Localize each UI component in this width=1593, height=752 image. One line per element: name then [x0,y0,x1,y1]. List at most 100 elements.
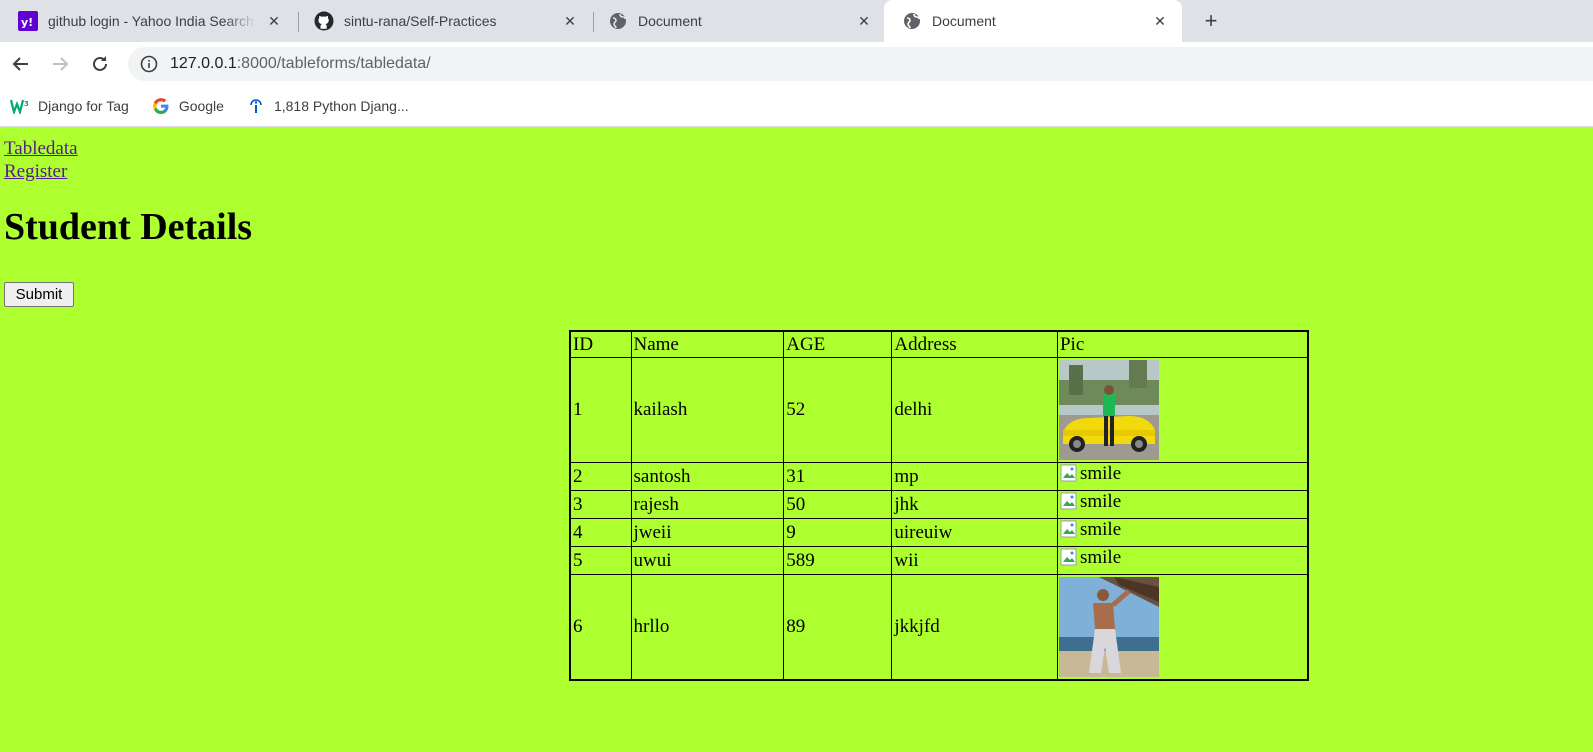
bookmark-label: 1,818 Python Djang... [273,98,409,114]
cell-pic: smile [1056,518,1309,547]
image-alt-text: smile [1079,547,1122,568]
table-row: 1 kailash 52 delhi [569,357,1309,463]
close-icon[interactable]: ✕ [1150,11,1170,31]
cell-id: 4 [569,518,632,547]
submit-button[interactable]: Submit [4,282,74,307]
cell-pic: smile [1056,462,1309,491]
cell-pic [1056,357,1309,463]
url-host: 127.0.0.1 [170,55,237,72]
site-info-icon[interactable] [140,55,158,73]
broken-image: smile [1060,547,1121,569]
new-tab-button[interactable]: + [1197,7,1225,35]
column-header: Name [630,330,785,358]
cell-age: 9 [783,518,893,547]
url-text: 127.0.0.1:8000/tableforms/tabledata/ [170,55,431,73]
cell-age: 589 [783,546,893,575]
cell-address: wii [891,546,1058,575]
table-row: 3 rajesh 50 jhk smile [569,490,1309,519]
cell-pic: smile [1056,546,1309,575]
tab-title: github login - Yahoo India Search [48,13,254,29]
close-icon[interactable]: ✕ [264,11,284,31]
column-header: ID [569,330,632,358]
cell-address: jkkjfd [891,574,1058,681]
globe-icon [902,11,922,31]
cell-id: 1 [569,357,632,463]
table-row: 6 hrllo 89 jkkjfd [569,574,1309,681]
cell-address: delhi [891,357,1058,463]
cell-name: jweii [630,518,785,547]
cell-name: hrllo [630,574,785,681]
cell-address: mp [891,462,1058,491]
cell-age: 31 [783,462,893,491]
forward-icon[interactable] [46,50,74,78]
table-row: 5 uwui 589 wii smile [569,546,1309,575]
bookmarks-bar: 3 Django for Tag Google 1,818 Python Dja… [0,86,1593,127]
cell-name: santosh [630,462,785,491]
tab-title: Document [638,13,702,29]
cell-id: 6 [569,574,632,681]
table-row: 4 jweii 9 uireuiw smile [569,518,1309,547]
google-icon [151,97,171,115]
student-photo [1058,360,1159,460]
cell-pic: smile [1056,490,1309,519]
cell-name: kailash [630,357,785,463]
tab-strip: y! github login - Yahoo India Search ✕ s… [0,0,1593,42]
browser-toolbar: 127.0.0.1:8000/tableforms/tabledata/ [0,42,1593,86]
cell-name: uwui [630,546,785,575]
url-path: :8000/tableforms/tabledata/ [236,55,431,72]
broken-image-icon [1060,492,1080,512]
cell-age: 52 [783,357,893,463]
cell-id: 5 [569,546,632,575]
w3-icon: 3 [10,97,30,115]
register-link[interactable]: Register [4,160,78,183]
image-alt-text: smile [1079,491,1122,512]
bookmark-item[interactable]: 1,818 Python Djang... [246,97,409,115]
svg-text:y!: y! [21,16,33,29]
bookmark-label: Google [178,98,224,114]
back-icon[interactable] [7,50,35,78]
student-table: ID Name AGE Address Pic 1 kailash 52 del… [569,330,1309,681]
globe-icon [608,11,628,31]
tabledata-link[interactable]: Tabledata [4,137,78,160]
cell-address: jhk [891,490,1058,519]
page-content: Tabledata Register Student Details Submi… [0,127,1593,752]
bookmark-item[interactable]: 3 Django for Tag [10,97,129,115]
yahoo-icon: y! [18,11,38,31]
bookmark-label: Django for Tag [38,98,129,114]
table-row: 2 santosh 31 mp smile [569,462,1309,491]
cell-id: 3 [569,490,632,519]
image-alt-text: smile [1079,463,1122,484]
reload-icon[interactable] [86,50,114,78]
info-icon [246,97,266,115]
cell-id: 2 [569,462,632,491]
cell-name: rajesh [630,490,785,519]
svg-text:3: 3 [24,100,29,108]
column-header: Address [891,330,1058,358]
address-bar[interactable]: 127.0.0.1:8000/tableforms/tabledata/ [128,47,1593,81]
student-photo [1058,577,1159,677]
table-header-row: ID Name AGE Address Pic [569,330,1309,358]
cell-address: uireuiw [891,518,1058,547]
cell-age: 89 [783,574,893,681]
broken-image: smile [1060,463,1121,485]
browser-tab[interactable]: Document ✕ [590,0,886,42]
broken-image: smile [1060,519,1121,541]
close-icon[interactable]: ✕ [560,11,580,31]
bookmark-item[interactable]: Google [151,97,224,115]
browser-tab[interactable]: y! github login - Yahoo India Search ✕ [0,0,296,42]
column-header: AGE [783,330,893,358]
close-icon[interactable]: ✕ [854,11,874,31]
github-icon [314,11,334,31]
broken-image-icon [1060,520,1080,540]
page-title: Student Details [4,206,253,248]
browser-tab-active[interactable]: Document ✕ [884,0,1182,42]
broken-image-icon [1060,548,1080,568]
broken-image-icon [1060,464,1080,484]
image-alt-text: smile [1079,519,1122,540]
nav-links: Tabledata Register [4,137,78,183]
browser-tab[interactable]: sintu-rana/Self-Practices ✕ [296,0,592,42]
cell-pic [1056,574,1309,681]
broken-image: smile [1060,491,1121,513]
tab-title: Document [932,13,996,29]
tab-title: sintu-rana/Self-Practices [344,13,497,29]
